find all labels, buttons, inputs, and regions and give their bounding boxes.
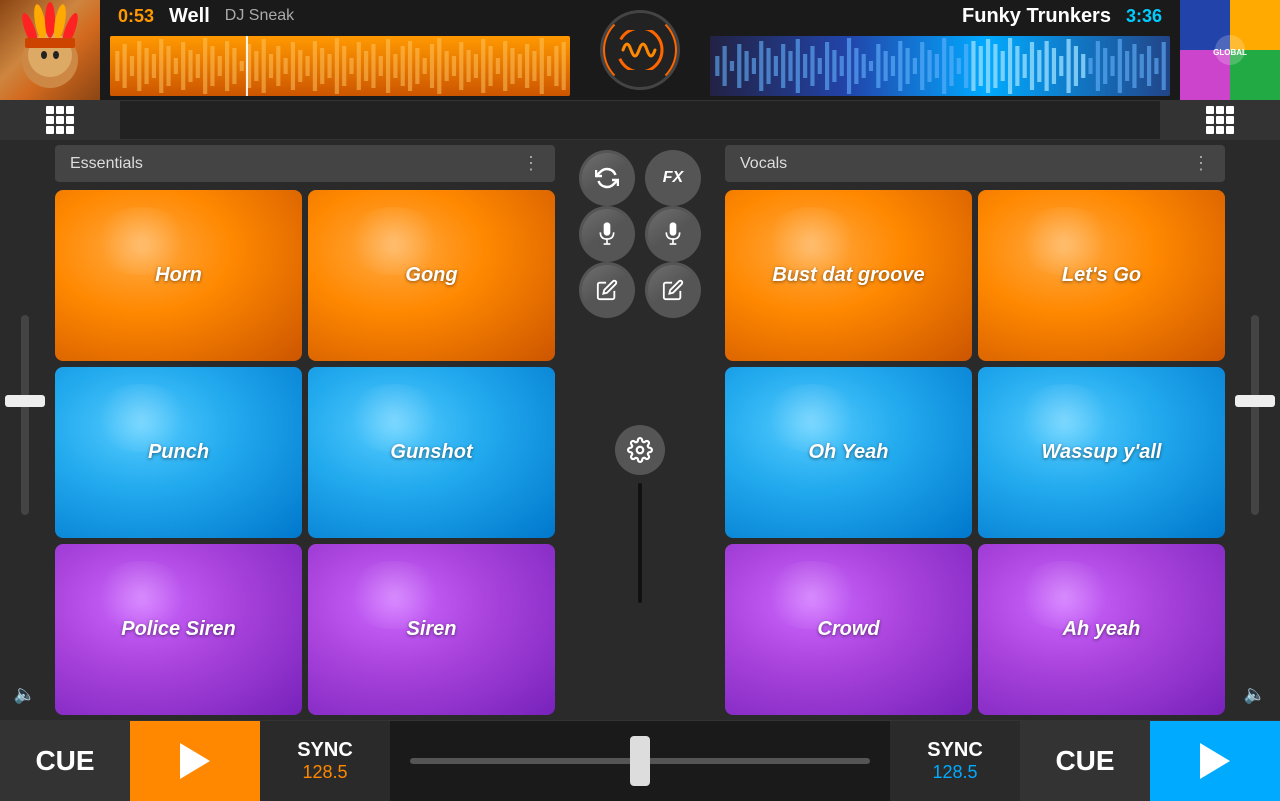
grid-row xyxy=(0,100,1280,140)
album-art-right-image: GLOBAL xyxy=(1180,0,1280,100)
mic-left-button[interactable] xyxy=(579,206,635,262)
track-left-section: 0:53 Well DJ Sneak xyxy=(100,1,580,100)
track-time-right: 3:36 xyxy=(1126,6,1162,27)
pad-oh-yeah[interactable]: Oh Yeah xyxy=(725,367,972,538)
right-volume-slider-container[interactable] xyxy=(1251,150,1259,679)
center-pitch-line xyxy=(638,483,642,603)
gear-button[interactable] xyxy=(615,425,665,475)
sync-bpm-right: 128.5 xyxy=(932,762,977,783)
mic-right-button[interactable] xyxy=(645,206,701,262)
svg-text:GLOBAL: GLOBAL xyxy=(1213,48,1247,57)
grid-button-left[interactable] xyxy=(0,100,120,140)
sync-button-left[interactable]: SYNC 128.5 xyxy=(260,721,390,801)
album-art-right: GLOBAL xyxy=(1180,0,1280,100)
album-art-left xyxy=(0,0,100,100)
right-slider-area: 🔈 xyxy=(1230,140,1280,720)
grid-button-right[interactable] xyxy=(1160,100,1280,140)
play-button-right[interactable] xyxy=(1150,721,1280,801)
album-art-left-image xyxy=(0,0,100,100)
main-content: 🔈 Essentials ⋮ Horn Gong Punch Gunshot P… xyxy=(0,140,1280,720)
bottom-bar: CUE SYNC 128.5 SYNC 128.5 CUE xyxy=(0,720,1280,800)
track-right-section: Funky Trunkers 3:36 xyxy=(700,1,1180,100)
pitch-slider-area[interactable] xyxy=(390,758,890,764)
sync-label-right: SYNC xyxy=(927,739,983,762)
cue-button-right[interactable]: CUE xyxy=(1020,721,1150,801)
loop-button[interactable] xyxy=(579,150,635,206)
center-top-row: FX xyxy=(579,150,701,206)
sync-bpm-left: 128.5 xyxy=(302,762,347,783)
left-panel: Essentials ⋮ Horn Gong Punch Gunshot Pol… xyxy=(50,140,560,720)
left-panel-header: Essentials ⋮ xyxy=(55,145,555,182)
left-slider-area: 🔈 xyxy=(0,140,50,720)
pad-siren[interactable]: Siren xyxy=(308,544,555,715)
pitch-track[interactable] xyxy=(410,758,870,764)
pad-lets-go[interactable]: Let's Go xyxy=(978,190,1225,361)
sync-label-left: SYNC xyxy=(297,739,353,762)
left-volume-thumb[interactable] xyxy=(5,395,45,407)
waveform-left[interactable] xyxy=(110,36,570,96)
left-pads-grid: Horn Gong Punch Gunshot Police Siren Sir… xyxy=(55,190,555,715)
grid-icon-left xyxy=(46,106,74,134)
pad-gunshot[interactable]: Gunshot xyxy=(308,367,555,538)
right-pads-grid: Bust dat groove Let's Go Oh Yeah Wassup … xyxy=(725,190,1225,715)
pad-bust-dat-groove[interactable]: Bust dat groove xyxy=(725,190,972,361)
top-bar: 0:53 Well DJ Sneak xyxy=(0,0,1280,100)
track-artist-left: DJ Sneak xyxy=(225,7,294,25)
edit-right-button[interactable] xyxy=(645,262,701,318)
pad-gong[interactable]: Gong xyxy=(308,190,555,361)
pitch-thumb[interactable] xyxy=(630,736,650,786)
pad-police-siren[interactable]: Police Siren xyxy=(55,544,302,715)
right-panel-menu-button[interactable]: ⋮ xyxy=(1192,153,1210,174)
volume-icon-right: 🔈 xyxy=(1239,679,1271,710)
center-mic-row xyxy=(579,206,701,262)
pad-wassup-yall[interactable]: Wassup y'all xyxy=(978,367,1225,538)
left-panel-menu-button[interactable]: ⋮ xyxy=(522,153,540,174)
center-logo xyxy=(580,10,700,90)
right-panel-title: Vocals xyxy=(740,155,787,173)
cue-button-left[interactable]: CUE xyxy=(0,721,130,801)
right-volume-track[interactable] xyxy=(1251,315,1259,515)
waveform-right[interactable] xyxy=(710,36,1170,96)
right-volume-thumb[interactable] xyxy=(1235,395,1275,407)
sync-button-right[interactable]: SYNC 128.5 xyxy=(890,721,1020,801)
left-panel-title: Essentials xyxy=(70,155,143,173)
left-volume-slider-container[interactable] xyxy=(21,150,29,679)
track-title-left: Well xyxy=(169,5,210,28)
volume-icon-left: 🔈 xyxy=(9,679,41,710)
center-controls: FX xyxy=(560,140,720,720)
edit-left-button[interactable] xyxy=(579,262,635,318)
track-time-left: 0:53 xyxy=(118,6,154,27)
play-button-left[interactable] xyxy=(130,721,260,801)
right-panel-header: Vocals ⋮ xyxy=(725,145,1225,182)
pad-ah-yeah[interactable]: Ah yeah xyxy=(978,544,1225,715)
fx-button[interactable]: FX xyxy=(645,150,701,206)
app-logo xyxy=(600,10,680,90)
pad-horn[interactable]: Horn xyxy=(55,190,302,361)
pad-crowd[interactable]: Crowd xyxy=(725,544,972,715)
pad-punch[interactable]: Punch xyxy=(55,367,302,538)
right-panel: Vocals ⋮ Bust dat groove Let's Go Oh Yea… xyxy=(720,140,1230,720)
track-title-right: Funky Trunkers xyxy=(962,5,1111,28)
grid-icon-right xyxy=(1206,106,1234,134)
left-volume-track[interactable] xyxy=(21,315,29,515)
center-edit-row xyxy=(579,262,701,318)
